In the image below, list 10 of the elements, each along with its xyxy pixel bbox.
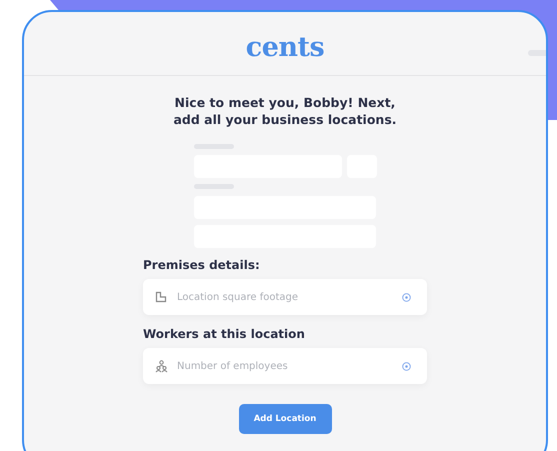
add-location-button[interactable]: Add Location bbox=[238, 404, 332, 434]
heading: Nice to meet you, Bobby! Next, add all your business locations. bbox=[173, 94, 397, 128]
input-field[interactable]: Number of employees bbox=[143, 348, 427, 384]
logo: cents bbox=[246, 32, 324, 63]
help-icon[interactable] bbox=[402, 293, 411, 302]
skeleton-bar bbox=[528, 50, 546, 56]
help-icon[interactable] bbox=[402, 362, 411, 371]
section-label: Premises details: bbox=[143, 258, 261, 272]
input-field[interactable]: Location square footage bbox=[143, 279, 427, 315]
section-label: Workers at this location bbox=[143, 327, 306, 341]
